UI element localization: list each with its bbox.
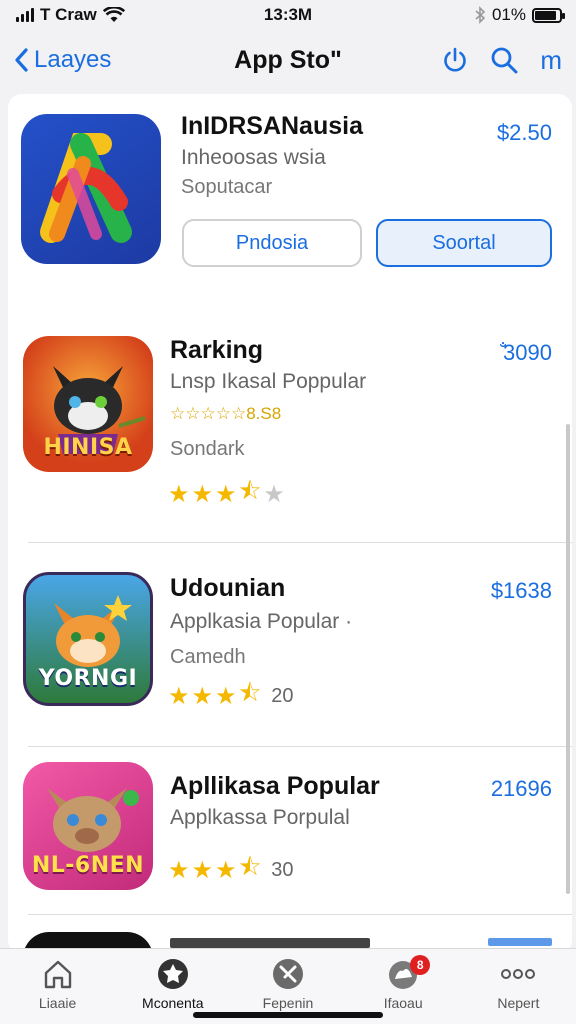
nav-bar: Laayes App Stoʺ m xyxy=(0,32,576,88)
app-icon: NL-6NEN xyxy=(23,762,153,890)
app-name: Apllikasa Popular xyxy=(170,772,380,800)
status-right: 01% xyxy=(474,5,565,25)
star-icon: ★ xyxy=(215,683,237,710)
star-icon: ★ xyxy=(191,481,214,508)
battery-icon xyxy=(532,7,565,23)
signal-icon xyxy=(16,8,34,22)
back-label: Laayes xyxy=(34,46,112,73)
featured-app-subtitle: Inheoosas wsia xyxy=(181,146,326,169)
chevron-left-icon xyxy=(15,48,28,72)
app-price[interactable]: $1638 xyxy=(491,578,552,604)
featured-right-button[interactable]: Soortal xyxy=(376,219,552,267)
app-icon: HINISA xyxy=(23,336,153,472)
battery-percent: 01% xyxy=(491,5,526,24)
tab-label: Mconenta xyxy=(142,995,204,1011)
more-icon xyxy=(500,957,536,991)
app-price-partial xyxy=(488,938,552,946)
star-rating: ★ ★ ★ ⯪ 20 xyxy=(168,676,294,717)
carrier-label: T Craw xyxy=(40,5,97,24)
power-button[interactable] xyxy=(442,46,468,74)
half-star-icon: ⯪ xyxy=(238,854,262,881)
search-button[interactable] xyxy=(490,46,518,74)
star-icon: ★ xyxy=(191,683,214,710)
back-button[interactable]: Laayes xyxy=(14,46,111,74)
star-icon: ★ xyxy=(168,481,190,508)
status-left: T Craw xyxy=(16,5,125,25)
tab-label: Fepenin xyxy=(262,995,314,1011)
tab-label: Nepert xyxy=(497,995,540,1011)
featured-app-price[interactable]: $2.50 xyxy=(497,120,552,146)
tab-home[interactable]: Liaaie xyxy=(8,957,108,1024)
divider xyxy=(28,914,572,915)
tab-more[interactable]: Nepert xyxy=(468,957,568,1024)
app-price[interactable]: ̐3090 xyxy=(503,340,552,366)
star-icon: ★ xyxy=(215,857,237,884)
divider xyxy=(28,746,572,747)
app-category: Sondark xyxy=(170,438,245,460)
divider xyxy=(28,542,572,543)
featured-app-name: InIDRSANausia xyxy=(181,112,363,140)
status-bar: T Craw 13:3M 01% xyxy=(0,0,576,30)
scrollbar[interactable] xyxy=(566,424,570,894)
tab-label: Liaaie xyxy=(38,995,77,1011)
bluetooth-icon xyxy=(475,6,486,24)
rating-count: 20 xyxy=(271,685,294,707)
app-name: Rarking xyxy=(170,336,264,364)
tab-label: Ifaoau xyxy=(383,995,423,1011)
list-item[interactable]: NL-6NEN Apllikasa Popular Applkassa Porp… xyxy=(8,762,572,928)
home-indicator[interactable] xyxy=(193,1012,383,1018)
app-icon: YORNGI xyxy=(23,572,153,706)
app-icon-label: YORNGI xyxy=(38,666,138,691)
arcade-icon xyxy=(271,957,305,991)
featured-app-icon xyxy=(21,114,161,264)
half-star-icon: ⯪ xyxy=(238,680,262,707)
app-subtitle: Applkassa Porpulal xyxy=(170,806,350,829)
star-rating: ★ ★ ★ ⯪ 30 xyxy=(168,850,294,891)
star-rating: ★ ★ ★ ⯪ ★ xyxy=(168,474,285,515)
empty-star-icon: ★ xyxy=(263,481,285,508)
mini-rating: ☆☆☆☆☆8.S8 xyxy=(170,404,282,423)
app-category: Camedh xyxy=(170,646,246,668)
star-icon: ★ xyxy=(191,857,214,884)
featured-left-button[interactable]: Pndosia xyxy=(182,219,362,267)
home-icon xyxy=(42,957,74,991)
app-price[interactable]: 21696 xyxy=(491,776,552,802)
nav-actions: m xyxy=(442,45,562,76)
notification-badge: 8 xyxy=(410,955,431,975)
app-subtitle: Lnsp Ikasal Poppular xyxy=(170,370,367,393)
star-icon: ★ xyxy=(215,481,237,508)
rating-count: 30 xyxy=(271,859,294,881)
menu-button[interactable]: m xyxy=(540,45,562,76)
flower-icon xyxy=(156,957,190,991)
app-list: InIDRSANausia Inheoosas wsia Soputacar $… xyxy=(8,94,572,954)
featured-app-category: Soputacar xyxy=(181,176,273,198)
star-icon: ★ xyxy=(168,683,190,710)
power-icon xyxy=(444,47,467,72)
app-name: Udounian xyxy=(170,574,286,602)
search-icon xyxy=(491,47,518,74)
app-subtitle: Applkasia Popular · xyxy=(170,610,353,633)
updates-icon: 8 xyxy=(386,955,431,991)
app-name-partial xyxy=(170,938,370,948)
star-icon: ★ xyxy=(168,857,190,884)
list-item[interactable]: YORNGI Udounian Applkasia Popular · Came… xyxy=(8,558,572,747)
half-star-icon: ⯪ xyxy=(238,478,262,505)
rainbow-a-icon xyxy=(40,133,132,243)
featured-app-row[interactable]: InIDRSANausia Inheoosas wsia Soputacar $… xyxy=(8,94,572,284)
wifi-icon xyxy=(102,7,125,22)
app-icon-label: HINISA xyxy=(43,435,133,460)
list-item[interactable]: HINISA Rarking Lnsp Ikasal Poppular ☆☆☆☆… xyxy=(8,322,572,543)
app-icon-label: NL-6NEN xyxy=(31,853,145,878)
